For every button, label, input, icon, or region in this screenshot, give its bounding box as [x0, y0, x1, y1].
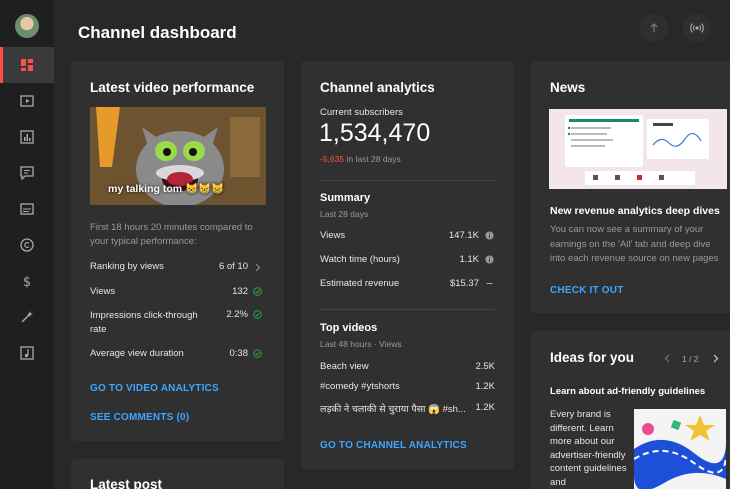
subscribers-change-line: -5,635 in last 28 days — [320, 154, 401, 164]
news-card: News New revenue analytics deep dives Yo… — [531, 61, 730, 313]
sidebar-item-earn[interactable]: $ — [0, 263, 54, 299]
ideas-title: Ideas for you — [550, 350, 635, 365]
check-it-out-link[interactable]: CHECK IT OUT — [550, 285, 624, 296]
top-videos-period: Last 48 hours · Views — [320, 339, 402, 349]
ideas-body: Every brand is different. Learn more abo… — [550, 409, 627, 488]
video-thumbnail[interactable]: my talking tom 😸😸😸 — [90, 107, 266, 205]
page-title: Channel dashboard — [78, 23, 237, 42]
sidebar: $ — [0, 0, 54, 489]
sidebar-item-analytics[interactable] — [0, 119, 54, 155]
chevron-right-icon[interactable] — [253, 263, 262, 272]
analytics-illustration — [549, 109, 727, 189]
sidebar-item-copyright[interactable] — [0, 227, 54, 263]
check-circle-icon — [253, 349, 262, 358]
check-circle-icon — [253, 310, 262, 319]
upload-button[interactable] — [640, 14, 668, 42]
latest-post-title: Latest post — [90, 477, 163, 489]
summary-label: Estimated revenue — [320, 278, 400, 289]
top-video-views: 1.2K — [475, 402, 495, 413]
channel-analytics-title: Channel analytics — [320, 80, 435, 95]
subscribers-change: -5,635 — [320, 154, 345, 164]
live-icon — [690, 23, 704, 33]
chevron-right-icon[interactable] — [711, 354, 720, 363]
copyright-icon — [20, 238, 34, 252]
divider — [320, 309, 495, 310]
metric-value: 132 — [232, 286, 248, 297]
see-comments-link[interactable]: SEE COMMENTS (0) — [90, 412, 189, 423]
top-video-views: 1.2K — [475, 381, 495, 392]
analytics-icon — [20, 130, 34, 144]
summary-period: Last 28 days — [320, 209, 369, 219]
info-icon[interactable] — [485, 231, 494, 240]
subtitles-icon — [20, 203, 34, 215]
chevron-left-icon[interactable] — [663, 354, 672, 363]
ad-guidelines-illustration — [634, 409, 726, 489]
channel-analytics-card: Channel analytics Current subscribers 1,… — [301, 61, 514, 469]
earn-icon: $ — [23, 275, 31, 289]
sidebar-item-dashboard[interactable] — [0, 47, 54, 83]
summary-value: 1.1K — [459, 254, 479, 265]
upload-icon — [650, 23, 658, 32]
metric-value: 2.2% — [226, 309, 248, 320]
top-video-title[interactable]: लड़की ने चलाकी से चुराया पैसा 😱 #sh... — [320, 402, 466, 415]
ideas-headline: Learn about ad-friendly guidelines — [550, 386, 706, 397]
subscribers-label: Current subscribers — [320, 107, 403, 118]
audio-library-icon — [20, 346, 34, 360]
compare-text: First 18 hours 20 minutes compared to yo… — [90, 222, 253, 247]
ideas-pager: 1 / 2 — [682, 354, 699, 364]
top-video-title[interactable]: #comedy #ytshorts — [320, 381, 400, 392]
metric-label: Views — [90, 286, 116, 297]
go-live-button[interactable] — [683, 14, 711, 42]
ideas-card: Ideas for you 1 / 2 Learn about ad-frien… — [531, 331, 730, 489]
sidebar-item-audio-library[interactable] — [0, 335, 54, 371]
subscribers-period: in last 28 days — [344, 154, 401, 164]
latest-video-card: Latest video performance my talking tom … — [71, 61, 284, 441]
info-icon[interactable] — [485, 255, 494, 264]
summary-label: Views — [320, 230, 346, 241]
metric-value: 6 of 10 — [218, 261, 248, 272]
top-video-title[interactable]: Beach view — [320, 361, 369, 372]
metric-label: Impressions click-through rate — [90, 310, 198, 335]
dash-icon — [486, 283, 493, 284]
metric-label: Ranking by views — [90, 261, 164, 272]
channel-avatar[interactable] — [15, 14, 39, 38]
sidebar-item-content[interactable] — [0, 83, 54, 119]
top-video-views: 2.5K — [475, 361, 495, 372]
latest-post-card: Latest post — [71, 459, 284, 489]
customization-icon — [21, 311, 33, 323]
summary-title: Summary — [320, 192, 371, 204]
news-headline: New revenue analytics deep dives — [550, 205, 720, 217]
metric-value: 0:38 — [229, 348, 249, 359]
sidebar-item-comments[interactable] — [0, 155, 54, 191]
go-to-channel-analytics-link[interactable]: GO TO CHANNEL ANALYTICS — [320, 440, 467, 451]
news-image[interactable] — [549, 109, 727, 189]
sidebar-item-subtitles[interactable] — [0, 191, 54, 227]
summary-label: Watch time (hours) — [320, 254, 400, 265]
news-body: You can now see a summary of your earnin… — [550, 224, 719, 264]
go-to-video-analytics-link[interactable]: GO TO VIDEO ANALYTICS — [90, 383, 219, 394]
news-title: News — [550, 80, 586, 95]
svg-text:$: $ — [23, 275, 31, 289]
subscribers-value: 1,534,470 — [319, 119, 431, 147]
top-videos-title: Top videos — [320, 322, 378, 334]
summary-value: $15.37 — [449, 278, 479, 289]
content-icon — [20, 95, 34, 107]
check-circle-icon — [253, 287, 262, 296]
metric-label: Average view duration — [90, 348, 184, 359]
comments-icon — [20, 166, 34, 181]
sidebar-item-customization[interactable] — [0, 299, 54, 335]
ideas-image[interactable] — [634, 409, 726, 489]
thumbnail-caption: my talking tom 😸😸😸 — [108, 183, 225, 195]
divider — [320, 180, 495, 181]
summary-value: 147.1K — [448, 230, 479, 241]
latest-video-title: Latest video performance — [90, 80, 255, 95]
dashboard-icon — [21, 59, 33, 71]
